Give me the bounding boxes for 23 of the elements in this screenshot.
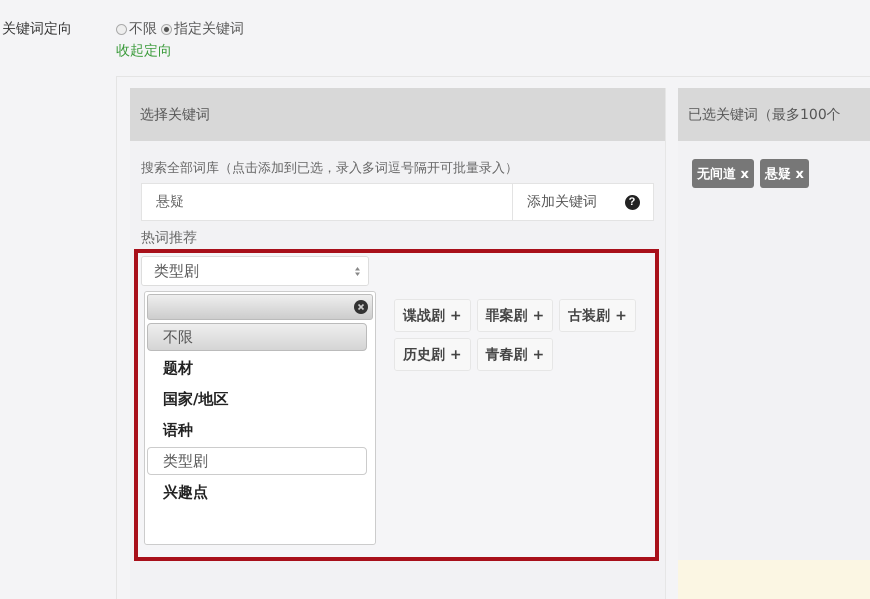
radio-label: 不限 [129,20,157,38]
hot-words-label: 热词推荐 [141,229,198,247]
keyword-tag[interactable]: 古装剧 + [559,299,636,332]
category-select[interactable]: 类型剧 [141,256,369,286]
dropdown-option[interactable]: 类型剧 [147,447,367,475]
radio-label: 指定关键词 [174,20,244,38]
keyword-tag[interactable]: 谍战剧 + [394,299,471,332]
keyword-tag[interactable]: 历史剧 + [394,338,471,371]
search-label: 搜索全部词库（点击添加到已选，录入多词逗号隔开可批量录入） [141,160,519,177]
radio-button[interactable] [161,24,172,34]
clear-icon [354,300,368,314]
panel-header: 已选关键词（最多100个 [678,88,870,141]
keyword-chip[interactable]: 无间道 x [692,159,754,188]
field-label: 关键词定向 [1,20,73,39]
keyword-tag[interactable]: 青春剧 + [476,338,554,371]
sort-icon [355,266,360,276]
dropdown-option[interactable]: 不限 [147,323,367,351]
panel-header: 选择关键词 [130,88,665,141]
dropdown-search-field[interactable] [147,294,373,320]
search-field[interactable]: 悬疑 添加关键词 ? [141,183,654,221]
keyword-chip[interactable]: 悬疑 x [760,159,809,188]
radio-button[interactable] [116,24,127,34]
keyword-tag[interactable]: 罪案剧 + [476,299,554,332]
